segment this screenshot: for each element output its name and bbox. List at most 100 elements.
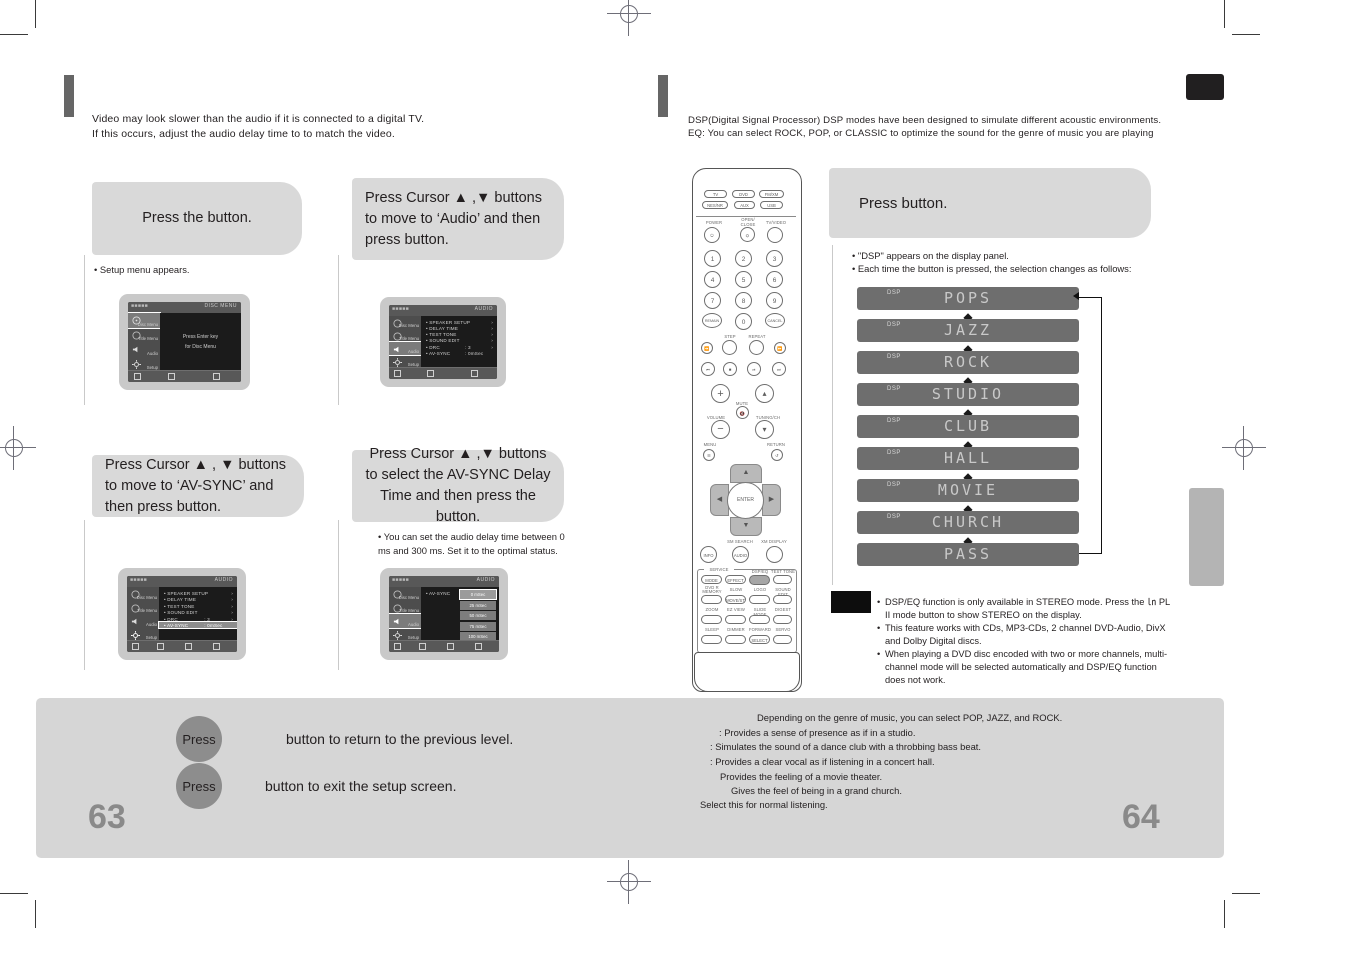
remote-key-1[interactable]: 1 bbox=[704, 250, 721, 267]
remote-open-close-button[interactable]: ⏣ bbox=[740, 227, 755, 242]
remote-mute-button[interactable]: 🔇 bbox=[736, 406, 749, 419]
remote-repeat-button[interactable] bbox=[749, 340, 764, 355]
screen-side-item-audio[interactable]: Audio bbox=[128, 342, 160, 357]
remote-sleep-label: SLEEP bbox=[704, 627, 719, 632]
screen-side-item-title-menu[interactable]: Title Menu bbox=[127, 601, 159, 615]
remote-next-button[interactable]: ⏭ bbox=[772, 362, 786, 376]
setup-icon bbox=[393, 630, 402, 640]
remote-volume-down-button[interactable]: − bbox=[711, 420, 730, 439]
remote-step-button[interactable] bbox=[722, 340, 737, 355]
remote-menu-button[interactable]: ☰ bbox=[703, 449, 715, 461]
remote-zoom-button[interactable] bbox=[701, 615, 722, 624]
screen-side-item-title-menu[interactable]: Title Menu bbox=[389, 601, 421, 615]
remote-dvdr-memory-button[interactable] bbox=[701, 595, 722, 604]
screen-side-item-audio[interactable]: Audio bbox=[389, 613, 422, 629]
remote-select-button[interactable]: SELECT bbox=[749, 635, 770, 644]
remote-slide-mode-button[interactable] bbox=[749, 615, 770, 624]
remote-audio-button[interactable]: AUDIO bbox=[732, 546, 749, 563]
column-divider-left bbox=[84, 255, 85, 405]
dpad-right-button[interactable]: ▶ bbox=[762, 484, 781, 516]
remote-button-mode[interactable]: MODE bbox=[701, 575, 722, 584]
remote-tv-video-button[interactable] bbox=[767, 227, 783, 243]
dpad-down-button[interactable]: ▼ bbox=[730, 517, 762, 536]
remote-button-effect[interactable]: EFFECT bbox=[725, 575, 746, 584]
screen-side-item-disc-menu[interactable]: Disc Menu bbox=[389, 587, 421, 601]
remote-power-button[interactable]: ⏻ bbox=[704, 227, 720, 243]
remote-tuner-button[interactable] bbox=[766, 546, 783, 563]
screen-side-item-disc-menu[interactable]: Disc Menu bbox=[389, 316, 421, 329]
footer-press-pill-2[interactable]: Press bbox=[176, 763, 222, 809]
remote-sleep-button[interactable] bbox=[701, 635, 722, 644]
remote-button-nes-nr[interactable]: NES/NR bbox=[702, 201, 728, 209]
menu-row-selected[interactable]: • AV-SYNC: 0mSec bbox=[158, 620, 237, 630]
screen-side-item-audio[interactable]: Audio bbox=[389, 341, 422, 356]
remote-dimmer-button[interactable] bbox=[725, 635, 746, 644]
remote-prev-button[interactable]: ⏮ bbox=[701, 362, 715, 376]
remote-return-button[interactable]: ↺ bbox=[771, 449, 783, 461]
remote-key-6[interactable]: 6 bbox=[766, 271, 783, 288]
screen-side-item-disc-menu[interactable]: Disc Menu bbox=[127, 587, 159, 601]
crop-mark-top-left-h bbox=[0, 34, 28, 35]
remote-button-dvd[interactable]: DVD bbox=[732, 190, 755, 198]
remote-volume-up-button[interactable]: + bbox=[711, 384, 730, 403]
crop-mark-bottom-right-h bbox=[1232, 893, 1260, 894]
menu-row[interactable]: • AV-SYNC: 0mSec bbox=[421, 350, 497, 356]
remote-key-2[interactable]: 2 bbox=[735, 250, 752, 267]
screen-side-label: Audio bbox=[146, 621, 157, 627]
remote-key-0[interactable]: 0 bbox=[735, 313, 752, 330]
remote-key-cancel[interactable]: CANCEL bbox=[765, 313, 785, 328]
remote-key-3[interactable]: 3 bbox=[766, 250, 783, 267]
screen-side-item-title-menu[interactable]: Title Menu bbox=[128, 328, 160, 343]
remote-tuning-down-button[interactable]: ▾ bbox=[755, 420, 774, 439]
step-2-screen: ■■■■■ AUDIO Disc Menu Title Menu Audio S… bbox=[380, 297, 506, 387]
remote-test-tone-button[interactable] bbox=[773, 575, 792, 584]
remote-button-aux[interactable]: AUX bbox=[734, 201, 755, 209]
menu-row-arrow: › bbox=[231, 603, 233, 609]
dpad-up-button[interactable]: ▲ bbox=[730, 464, 762, 483]
remote-logo-button[interactable] bbox=[749, 595, 770, 604]
remote-sound-edit-button[interactable] bbox=[773, 595, 792, 604]
remote-rewind-button[interactable]: ⏪ bbox=[701, 342, 713, 354]
remote-key-8[interactable]: 8 bbox=[735, 292, 752, 309]
step-2-screen-sidebar: Disc Menu Title Menu Audio Setup bbox=[389, 316, 422, 368]
dsp-mode-strip-0: DSP POPS bbox=[857, 287, 1079, 310]
remote-key-9[interactable]: 9 bbox=[766, 292, 783, 309]
remote-key-4[interactable]: 4 bbox=[704, 271, 721, 288]
remote-key-5[interactable]: 5 bbox=[735, 271, 752, 288]
screen-side-item-setup[interactable]: Setup bbox=[128, 357, 160, 372]
step-1-screen-header-left: ■■■■■ bbox=[131, 303, 149, 309]
remote-tv-video-label: TV/VIDEO bbox=[765, 220, 787, 225]
remote-button-tv[interactable]: TV bbox=[704, 190, 727, 198]
remote-key-7[interactable]: 7 bbox=[704, 292, 721, 309]
remote-stop-button[interactable]: ■ bbox=[723, 362, 737, 376]
remote-dsp-eq-label: DSP/EQ bbox=[751, 569, 769, 574]
remote-button-fm-xm[interactable]: FM/XM bbox=[759, 190, 784, 198]
avsync-option[interactable]: 75 mSec bbox=[460, 621, 496, 631]
avsync-option[interactable]: 50 mSec bbox=[460, 611, 496, 620]
setup-icon bbox=[131, 630, 140, 640]
remote-tuning-up-button[interactable]: ▴ bbox=[755, 384, 774, 403]
screen-side-item-title-menu[interactable]: Title Menu bbox=[389, 329, 421, 342]
screen-side-item-setup[interactable]: Setup bbox=[389, 628, 421, 642]
dpad-enter-button[interactable]: ENTER bbox=[727, 482, 764, 519]
remote-key-remain[interactable]: REMAIN bbox=[702, 313, 722, 328]
step-1-screen-sidebar: Disc Menu Title Menu Audio Setup bbox=[128, 312, 161, 372]
remote-ez-view-button[interactable] bbox=[725, 615, 746, 624]
remote-play-pause-button[interactable]: ⏯ bbox=[747, 362, 761, 376]
remote-button-usb[interactable]: USB bbox=[760, 201, 783, 209]
remote-slow-button[interactable]: MOVE/ST bbox=[725, 595, 746, 604]
screen-side-item-setup[interactable]: Setup bbox=[127, 628, 159, 642]
screen-side-item-disc-menu[interactable]: Disc Menu bbox=[128, 312, 161, 329]
remote-fastforward-button[interactable]: ⏩ bbox=[774, 342, 786, 354]
remote-digest-button[interactable] bbox=[773, 615, 792, 624]
screen-side-label: Disc Menu bbox=[136, 594, 157, 600]
remote-dsp-eq-button[interactable] bbox=[749, 575, 770, 585]
remote-sm-search-label: SM SEARCH bbox=[727, 539, 753, 544]
dsp-callout-text: Press button. bbox=[859, 194, 948, 212]
footer-press-pill-1[interactable]: Press bbox=[176, 716, 222, 762]
avsync-option[interactable]: 0 mSec bbox=[459, 589, 497, 600]
screen-side-item-audio[interactable]: Audio bbox=[127, 614, 159, 628]
avsync-option[interactable]: 25 mSec bbox=[460, 600, 496, 610]
remote-info-button[interactable]: INFO bbox=[700, 546, 717, 563]
remote-servo-button[interactable] bbox=[773, 635, 792, 644]
